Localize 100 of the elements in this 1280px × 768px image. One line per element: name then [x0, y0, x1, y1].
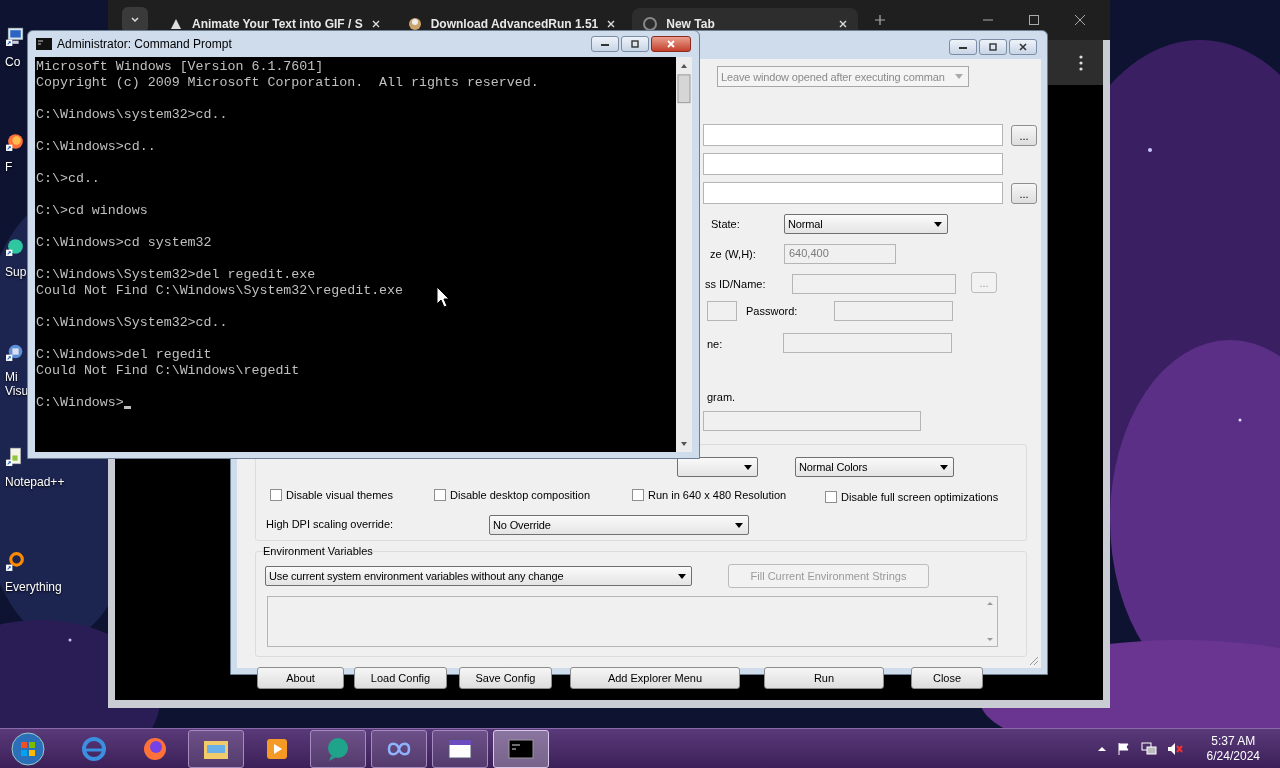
muted-speaker-icon[interactable] — [1166, 742, 1183, 756]
field-label: ze (W,H): — [710, 248, 756, 260]
window-state-dropdown[interactable]: Normal — [784, 214, 948, 234]
mouse-pointer-icon — [436, 286, 450, 308]
caret-icon — [130, 15, 140, 25]
console-line: C:\Windows\System32>del regedit.exe — [36, 267, 316, 283]
dialog-button[interactable]: Add Explorer Menu — [570, 667, 740, 689]
taskbar-button[interactable] — [493, 730, 549, 768]
icon-label: Co — [5, 55, 21, 69]
maximize-icon — [629, 40, 641, 48]
computer-icon[interactable] — [5, 26, 26, 47]
ring-icon[interactable] — [5, 551, 26, 572]
checkbox-label: Disable full screen optimizations — [841, 491, 999, 503]
dialog-button[interactable]: Close — [911, 667, 983, 689]
field-label: High DPI scaling override: — [266, 518, 394, 530]
close-icon[interactable] — [606, 19, 617, 29]
menu-icon[interactable] — [1079, 54, 1083, 71]
environment-dropdown[interactable]: Use current system environment variables without any change — [265, 566, 692, 586]
flag-icon[interactable] — [1116, 742, 1131, 756]
maximize-icon — [987, 43, 999, 51]
console-line: C:\Windows> — [36, 395, 124, 411]
scrollbar[interactable] — [676, 57, 692, 452]
terminal-icon — [506, 736, 536, 762]
text-cursor — [123, 406, 131, 409]
minimize-button[interactable] — [591, 36, 619, 52]
maximize-icon[interactable] — [1028, 14, 1040, 26]
terminal-icon — [36, 38, 52, 50]
path-field[interactable] — [703, 124, 1003, 146]
dialog-button[interactable]: About — [257, 667, 344, 689]
field-label: State: — [711, 218, 740, 230]
console-line: Copyright (c) 2009 Microsoft Corporation. All rights reserved. — [36, 75, 539, 91]
group-title: Environment Variables — [263, 545, 373, 557]
field-label: Password: — [746, 305, 798, 317]
checkbox-label: Disable visual themes — [286, 489, 393, 501]
globe-icon — [642, 16, 659, 32]
dialog-button[interactable]: Run — [764, 667, 884, 689]
checkbox[interactable] — [270, 489, 282, 501]
taskbar-button[interactable] — [188, 730, 244, 768]
close-icon — [1017, 43, 1029, 51]
clock-time: 5:37 AM — [1211, 734, 1256, 749]
close-icon[interactable] — [1074, 14, 1086, 26]
tab-title: New Tab — [666, 17, 716, 31]
console-line: C:\Windows>cd.. — [36, 139, 156, 155]
maximize-button[interactable] — [621, 36, 649, 52]
browser-icon — [79, 736, 109, 762]
checkbox[interactable] — [825, 491, 837, 503]
close-button[interactable] — [651, 36, 691, 52]
clock-date: 6/24/2024 — [1206, 749, 1260, 764]
icon-label: Mi — [5, 370, 18, 384]
console-line: C:\Windows>del regedit — [36, 347, 212, 363]
icon-label: Sup — [5, 265, 27, 279]
minimize-button[interactable] — [949, 39, 977, 55]
taskbar-button[interactable] — [432, 730, 488, 768]
tab-title: Animate Your Text into GIF / S — [192, 17, 363, 31]
dialog-button[interactable]: Save Config — [459, 667, 552, 689]
console-line: C:\>cd windows — [36, 203, 148, 219]
password-field[interactable] — [834, 301, 953, 321]
field-label: ne: — [707, 338, 723, 350]
console-line: C:\Windows\system32>cd.. — [36, 107, 228, 123]
icon-label: Notepad++ — [5, 475, 65, 489]
show-hidden-icons-icon[interactable] — [1096, 744, 1107, 754]
console-line: Could Not Find C:\Windows\regedit — [36, 363, 300, 379]
close-icon — [665, 40, 677, 48]
plus-icon[interactable] — [874, 14, 887, 26]
close-button[interactable] — [1009, 39, 1037, 55]
console-line: Microsoft Windows [Version 6.1.7601] — [36, 59, 324, 75]
colors-dropdown[interactable]: Normal Colors — [795, 457, 954, 477]
window-icon — [445, 736, 475, 762]
icon-label: F — [5, 160, 13, 174]
close-icon[interactable] — [370, 19, 381, 29]
console-line: C:\Windows>cd system32 — [36, 235, 212, 251]
network-icon[interactable] — [1140, 742, 1157, 756]
window-title: Administrator: Command Prompt — [57, 37, 232, 51]
field-label: ss ID/Name: — [705, 278, 766, 290]
browser-icon[interactable] — [5, 131, 26, 152]
tab-list-button[interactable] — [122, 7, 148, 33]
path-field[interactable] — [703, 182, 1003, 204]
maximize-button[interactable] — [979, 39, 1007, 55]
checkbox[interactable] — [434, 489, 446, 501]
browse-button[interactable]: ... — [1011, 125, 1037, 146]
checkbox-label: Run in 640 x 480 Resolution — [648, 489, 787, 501]
icon-label: Everything — [5, 580, 62, 594]
console-line: C:\>cd.. — [36, 171, 100, 187]
console-line: Could Not Find C:\Windows\System32\regedit.exe — [36, 283, 404, 299]
dpi-dropdown[interactable]: No Override — [489, 515, 749, 535]
icon-label: Visu — [5, 384, 29, 398]
field-label: gram. — [707, 391, 736, 403]
tab-title: Download AdvancedRun 1.51 — [430, 17, 599, 31]
resize-grip-icon[interactable] — [1029, 656, 1039, 666]
clock[interactable]: 5:37 AM 6/24/2024 — [1206, 734, 1260, 764]
console-line: C:\Windows\System32>cd.. — [36, 315, 228, 331]
compat-dropdown[interactable] — [677, 457, 758, 477]
app-icon[interactable] — [5, 236, 26, 257]
close-icon[interactable] — [838, 19, 849, 29]
dialog-button[interactable]: Load Config — [354, 667, 447, 689]
checkbox[interactable] — [632, 489, 644, 501]
browse-button[interactable]: ... — [1011, 183, 1037, 204]
tab-icon — [406, 16, 423, 32]
start-button[interactable] — [10, 731, 46, 767]
path-field[interactable] — [703, 153, 1003, 175]
